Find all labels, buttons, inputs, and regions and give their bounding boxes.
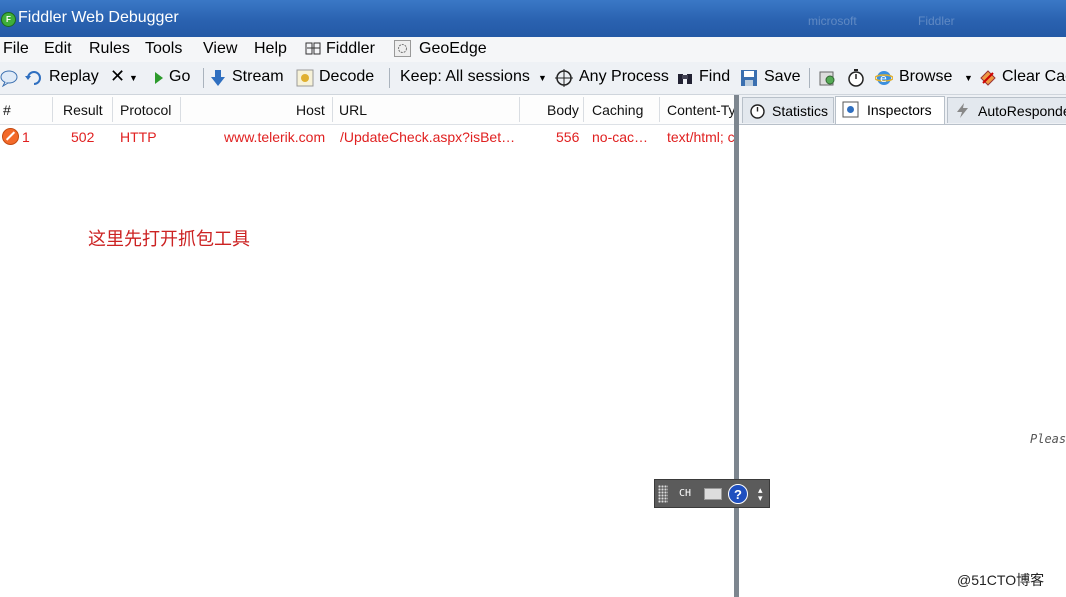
remove-button[interactable]: ✕ bbox=[110, 66, 125, 87]
sessions-header: # Result Protocol Host URL Body Caching … bbox=[0, 95, 734, 125]
session-protocol: HTTP bbox=[120, 129, 157, 145]
drag-handle-icon[interactable] bbox=[658, 485, 668, 503]
column-caching[interactable]: Caching bbox=[592, 102, 643, 118]
find-button[interactable]: Find bbox=[699, 68, 730, 86]
save-button[interactable]: Save bbox=[764, 68, 800, 86]
menu-bar: File Edit Rules Tools View Help Fiddler … bbox=[0, 37, 1066, 62]
replay-icon bbox=[25, 71, 41, 85]
help-icon[interactable]: ? bbox=[728, 484, 748, 504]
column-protocol[interactable]: Protocol bbox=[120, 102, 171, 118]
any-process-button[interactable]: Any Process bbox=[579, 68, 669, 86]
pane-splitter[interactable] bbox=[734, 95, 739, 597]
column-content-type[interactable]: Content-Ty bbox=[667, 102, 734, 118]
menu-tools[interactable]: Tools bbox=[145, 40, 182, 58]
session-number: 1 bbox=[22, 129, 30, 145]
session-host: www.telerik.com bbox=[224, 129, 326, 145]
column-url[interactable]: URL bbox=[339, 102, 367, 118]
toolbar-separator bbox=[389, 68, 390, 88]
session-url: /UpdateCheck.aspx?isBet… bbox=[340, 129, 516, 145]
replay-button[interactable]: Replay bbox=[49, 68, 99, 86]
error-icon bbox=[2, 128, 19, 145]
chevron-down-icon[interactable]: ▼ bbox=[538, 73, 547, 83]
menu-help[interactable]: Help bbox=[254, 40, 287, 58]
geoedge-icon bbox=[394, 40, 411, 57]
column-number[interactable]: # bbox=[3, 102, 11, 118]
book-icon bbox=[305, 42, 321, 55]
keyboard-icon[interactable] bbox=[704, 488, 722, 500]
inspectors-icon bbox=[842, 101, 859, 118]
column-divider[interactable] bbox=[519, 97, 520, 122]
annotation-text: 这里先打开抓包工具 bbox=[88, 229, 250, 249]
clear-cache-button[interactable]: Clear Cac bbox=[1002, 68, 1066, 86]
stream-button[interactable]: Stream bbox=[232, 68, 284, 86]
tab-label: AutoResponde bbox=[978, 103, 1066, 119]
right-panel-hint-text: Pleas bbox=[1030, 432, 1066, 446]
menu-edit[interactable]: Edit bbox=[44, 40, 72, 58]
fiddler-app-icon: F bbox=[1, 12, 16, 27]
comment-icon[interactable] bbox=[0, 69, 18, 87]
column-divider[interactable] bbox=[180, 97, 181, 122]
chevron-down-icon[interactable]: ▼ bbox=[964, 73, 973, 83]
ie-browser-icon: e bbox=[875, 71, 893, 85]
session-content-type: text/html; c bbox=[667, 129, 734, 145]
column-result[interactable]: Result bbox=[63, 102, 103, 118]
column-divider[interactable] bbox=[659, 97, 660, 122]
lightning-icon bbox=[957, 103, 968, 118]
decode-icon bbox=[296, 69, 314, 87]
go-button[interactable]: Go bbox=[169, 68, 190, 86]
column-divider[interactable] bbox=[583, 97, 584, 122]
menu-view[interactable]: View bbox=[203, 40, 237, 58]
menu-fiddler[interactable]: Fiddler bbox=[326, 40, 375, 58]
tab-statistics[interactable]: Statistics bbox=[742, 97, 834, 123]
session-caching: no-cac… bbox=[592, 129, 649, 145]
right-panel-tabs: Statistics Inspectors AutoResponde bbox=[739, 95, 1066, 125]
ime-toolbar[interactable]: CH ? ▴ ▾ bbox=[654, 479, 770, 508]
tab-label: Inspectors bbox=[867, 102, 932, 118]
column-divider[interactable] bbox=[112, 97, 113, 122]
remove-dropdown-icon[interactable]: ▼ bbox=[129, 73, 138, 83]
session-body: 556 bbox=[556, 129, 580, 145]
menu-rules[interactable]: Rules bbox=[89, 40, 130, 58]
title-bar: F Fiddler Web Debugger microsoft Fiddler bbox=[0, 0, 1066, 37]
toolbar-separator bbox=[203, 68, 204, 88]
session-result: 502 bbox=[71, 129, 95, 145]
go-play-icon bbox=[155, 72, 163, 84]
clear-cache-icon bbox=[980, 70, 996, 86]
column-body[interactable]: Body bbox=[547, 102, 579, 118]
tab-inspectors[interactable]: Inspectors bbox=[835, 96, 945, 124]
column-divider[interactable] bbox=[52, 97, 53, 122]
menu-geoedge[interactable]: GeoEdge bbox=[419, 40, 487, 58]
svg-text:e: e bbox=[880, 72, 887, 85]
watermark: @51CTO博客 bbox=[957, 572, 1045, 588]
decode-button[interactable]: Decode bbox=[319, 68, 374, 86]
column-divider[interactable] bbox=[332, 97, 333, 122]
background-window-text: Fiddler bbox=[918, 14, 955, 28]
keep-sessions-dropdown[interactable]: Keep: All sessions bbox=[400, 68, 530, 86]
session-row[interactable]: 1 502 HTTP www.telerik.com /UpdateCheck.… bbox=[0, 125, 734, 147]
toolbar-separator bbox=[809, 68, 810, 88]
background-window-text: microsoft bbox=[808, 14, 857, 28]
stream-arrow-icon bbox=[211, 70, 225, 86]
chevron-down-icon[interactable]: ▴ ▾ bbox=[758, 486, 763, 503]
screenshot-icon[interactable] bbox=[818, 69, 836, 87]
timer-icon[interactable] bbox=[847, 69, 865, 87]
crosshair-icon bbox=[555, 69, 573, 87]
save-icon bbox=[741, 70, 757, 86]
tab-label: Statistics bbox=[772, 103, 829, 119]
browse-button[interactable]: Browse bbox=[899, 68, 952, 86]
window-title: Fiddler Web Debugger bbox=[18, 9, 179, 26]
toolbar: Replay ✕ ▼ Go Stream Decode Keep: All se… bbox=[0, 62, 1066, 95]
stopwatch-icon bbox=[750, 104, 765, 119]
tab-autoresponder[interactable]: AutoResponde bbox=[947, 97, 1066, 123]
menu-file[interactable]: File bbox=[3, 40, 29, 58]
ime-language-label[interactable]: CH bbox=[679, 488, 691, 499]
binoculars-icon bbox=[678, 74, 692, 84]
column-host[interactable]: Host bbox=[296, 102, 325, 118]
